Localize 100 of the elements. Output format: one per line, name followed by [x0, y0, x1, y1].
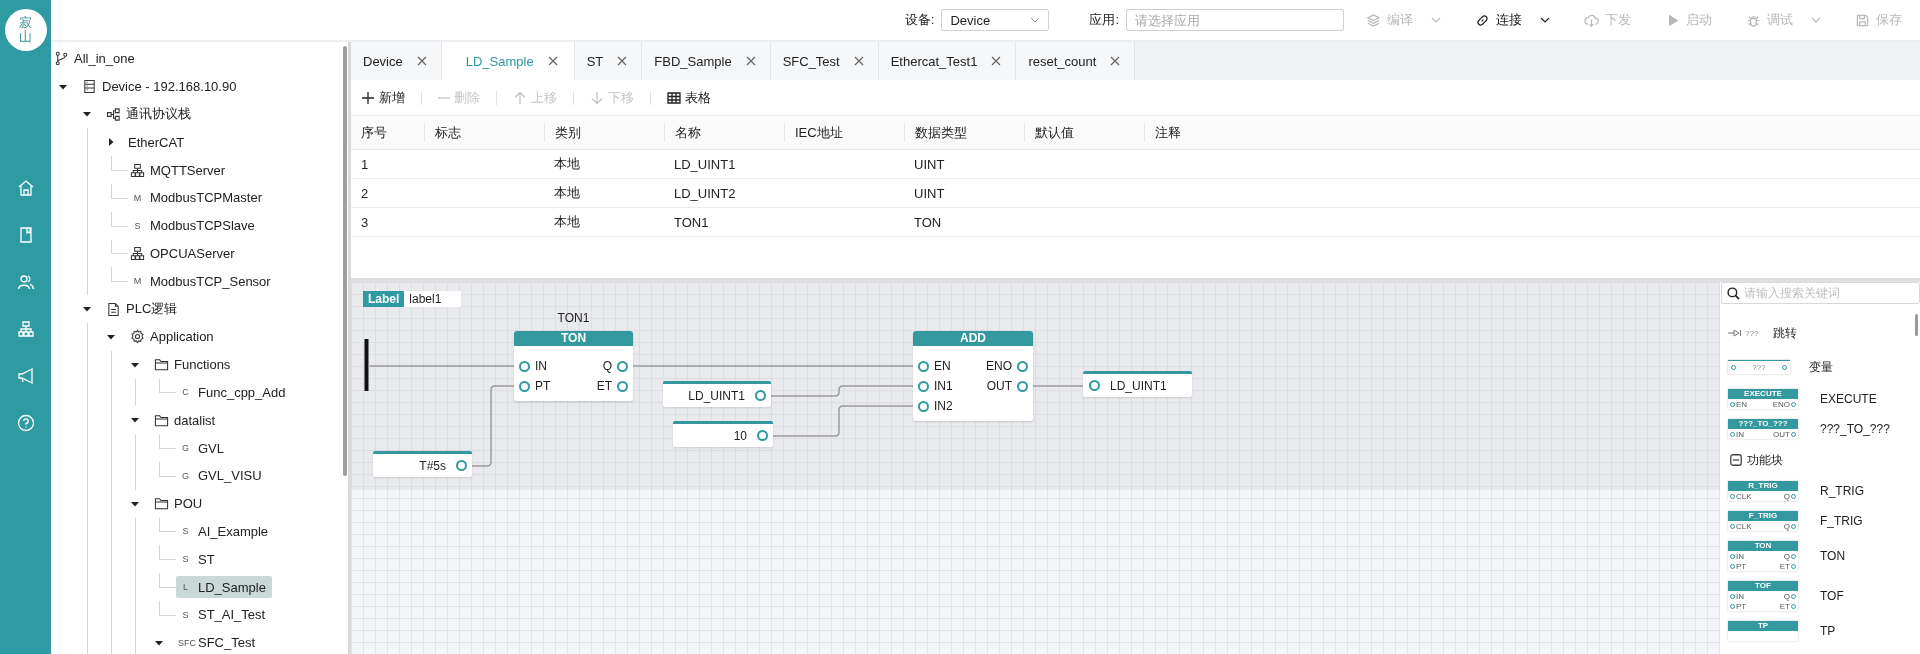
palette-item[interactable]: TP	[1820, 624, 1836, 638]
caret-icon[interactable]	[155, 638, 163, 647]
tree-node[interactable]: M ModbusTCPMaster	[128, 186, 268, 209]
table-button[interactable]: 表格	[665, 88, 713, 107]
tree-node[interactable]: Functions	[152, 353, 237, 376]
close-icon[interactable]	[416, 56, 427, 66]
palette-item[interactable]: ???_TO_???	[1820, 422, 1890, 436]
pin[interactable]	[918, 380, 929, 392]
app-input[interactable]: 请选择应用	[1126, 9, 1344, 31]
help-icon[interactable]	[16, 414, 35, 432]
caret-icon[interactable]	[59, 82, 67, 91]
close-icon[interactable]	[853, 56, 864, 66]
variable-box[interactable]: LD_UINT1	[1083, 371, 1192, 397]
editor-tab[interactable]: ST	[574, 42, 643, 80]
tree-label: ModbusTCP_Sensor	[150, 273, 271, 289]
variable-box[interactable]: LD_UINT1	[663, 381, 771, 407]
search-field[interactable]: 请输入搜索关键词	[1721, 282, 1920, 304]
tree-node[interactable]: C Func_cpp_Add	[176, 381, 292, 404]
tree-node[interactable]: M ModbusTCP_Sensor	[128, 270, 277, 293]
pin[interactable]	[1017, 360, 1028, 372]
tree-node[interactable]: SFC SFC_Test	[176, 631, 262, 654]
column-header[interactable]: 名称	[664, 123, 784, 142]
close-icon[interactable]	[991, 56, 1002, 66]
pin[interactable]	[456, 460, 467, 471]
tree-node[interactable]: S ST_AI_Test	[176, 603, 272, 626]
group-header[interactable]: 功能块	[1747, 451, 1783, 469]
editor-tab[interactable]: Ethercat_Test1	[878, 42, 1017, 80]
pin[interactable]	[1089, 380, 1100, 391]
caret-icon[interactable]	[131, 416, 139, 425]
variable-box[interactable]: 10	[673, 421, 773, 447]
editor-tab[interactable]: LD_Sample	[441, 42, 575, 80]
tree-node[interactable]: OPCUAServer	[128, 242, 241, 265]
caret-icon[interactable]	[131, 360, 139, 369]
function-block[interactable]: ADD EN ENO IN1 OUT IN2	[913, 331, 1033, 421]
tree-node[interactable]: 通讯协议栈	[104, 103, 197, 126]
palette-item[interactable]: TON	[1820, 549, 1846, 563]
megaphone-icon[interactable]	[16, 367, 35, 385]
palette-item[interactable]: R_TRIG	[1820, 484, 1864, 498]
tree-node[interactable]: datalist	[152, 409, 222, 432]
function-block[interactable]: TON IN Q PT ET	[514, 331, 633, 401]
editor-tab[interactable]: SFC_Test	[770, 42, 879, 80]
palette-item[interactable]: 变量	[1809, 358, 1833, 376]
pin[interactable]	[1017, 380, 1028, 392]
pin[interactable]	[519, 380, 530, 392]
tree-node[interactable]: PLC逻辑	[104, 298, 184, 321]
pin[interactable]	[519, 360, 530, 372]
tree-node[interactable]: Application	[128, 325, 220, 348]
close-icon[interactable]	[745, 56, 756, 66]
link-button[interactable]: 连接	[1471, 11, 1554, 29]
caret-icon[interactable]	[83, 305, 91, 314]
home-icon[interactable]	[16, 179, 35, 197]
column-header[interactable]: 标志	[424, 123, 544, 142]
add-button[interactable]: 新增	[359, 88, 407, 107]
caret-icon[interactable]	[107, 332, 115, 341]
scrollbar-thumb[interactable]	[1915, 314, 1918, 336]
editor-tab[interactable]: Device	[351, 42, 442, 80]
caret-icon[interactable]	[131, 499, 139, 508]
close-icon[interactable]	[547, 56, 558, 66]
palette-item[interactable]: TOF	[1820, 589, 1844, 603]
tree-line	[159, 545, 176, 561]
palette-item[interactable]: 跳转	[1773, 324, 1798, 342]
pin[interactable]	[755, 390, 766, 401]
tree-node[interactable]: All_in_one	[52, 47, 141, 70]
palette-item[interactable]: F_TRIG	[1820, 514, 1863, 528]
tree-node[interactable]: G GVL	[176, 437, 230, 460]
tree-node[interactable]: EtherCAT	[126, 131, 191, 154]
pin[interactable]	[918, 400, 929, 412]
variable-box[interactable]: T#5s	[373, 451, 472, 477]
column-header[interactable]: 默认值	[1024, 123, 1144, 142]
tree-node[interactable]: S ST	[176, 548, 221, 571]
tree-node[interactable]: S AI_Example	[176, 520, 275, 543]
caret-icon[interactable]	[107, 138, 115, 147]
column-header[interactable]: 数据类型	[904, 123, 1024, 142]
tree-node[interactable]: G GVL_VISU	[176, 464, 268, 487]
preview-title: R_TRIG	[1728, 481, 1798, 491]
column-header[interactable]: 类别	[544, 123, 664, 142]
column-header[interactable]: 序号	[351, 123, 424, 142]
column-header[interactable]: 注释	[1144, 123, 1920, 142]
tree-node[interactable]: POU	[152, 492, 209, 515]
pin[interactable]	[617, 360, 628, 372]
device-select[interactable]: Device	[941, 9, 1050, 31]
network-icon[interactable]	[16, 320, 35, 338]
editor-tab[interactable]: FBD_Sample	[642, 42, 771, 80]
pin[interactable]	[757, 430, 768, 441]
caret-icon[interactable]	[83, 110, 91, 119]
editor-tab[interactable]: reset_count	[1016, 42, 1136, 80]
users-icon[interactable]	[16, 273, 35, 291]
label-name[interactable]: label1	[404, 291, 462, 307]
tree-node[interactable]: L LD_Sample	[176, 576, 272, 599]
tree-node[interactable]: MQTTServer	[128, 159, 232, 182]
close-icon[interactable]	[617, 56, 628, 66]
tree-node[interactable]: S ModbusTCPSlave	[128, 214, 261, 237]
close-icon[interactable]	[1110, 56, 1121, 66]
palette-item[interactable]: EXECUTE	[1820, 392, 1877, 406]
collapse-icon[interactable]	[1730, 454, 1742, 466]
pin[interactable]	[617, 380, 628, 392]
pin[interactable]	[918, 360, 929, 372]
tree-node[interactable]: Device - 192.168.10.90	[80, 75, 243, 98]
scrollbar-thumb[interactable]	[343, 46, 347, 476]
column-header[interactable]: IEC地址	[784, 123, 904, 142]
